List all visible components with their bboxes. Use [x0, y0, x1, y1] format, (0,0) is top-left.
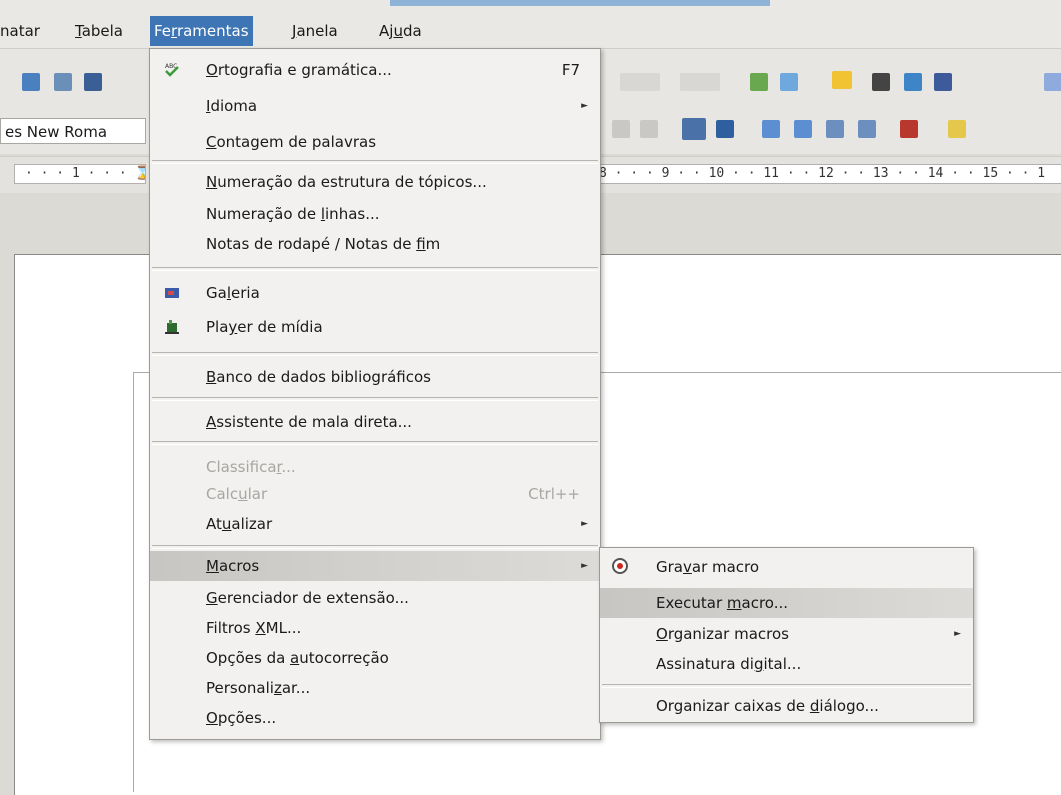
menu-item-idioma[interactable]: Idioma ► [150, 93, 600, 119]
menu-separator [152, 160, 598, 164]
menu-separator [152, 397, 598, 401]
ltr-icon[interactable] [682, 118, 706, 140]
text-boundary [598, 372, 1061, 373]
submenu-item-organizar-dialogos[interactable]: Organizar caixas de diálogo... [600, 691, 973, 721]
shortcut-ctrl-plus: Ctrl++ [528, 485, 580, 503]
save-as-icon[interactable] [54, 73, 72, 91]
menu-tabela[interactable]: Tabela [75, 18, 123, 44]
navigator-icon[interactable] [904, 73, 922, 91]
menu-formatar[interactable]: natar [0, 18, 40, 44]
menu-item-gerenciador-extensao[interactable]: Gerenciador de extensão... [150, 583, 600, 613]
bullets-icon[interactable] [794, 120, 812, 138]
numbering-icon[interactable] [762, 120, 780, 138]
menu-item-player[interactable]: Player de mídia [150, 312, 600, 342]
media-player-icon [165, 320, 179, 334]
menu-item-personalizar[interactable]: Personalizar... [150, 673, 600, 703]
menu-item-numeracao-topicos[interactable]: Numeração da estrutura de tópicos... [150, 167, 600, 197]
menu-separator [152, 545, 598, 549]
find-icon[interactable] [872, 73, 890, 91]
menu-item-notas-rodape[interactable]: Notas de rodapé / Notas de fim [150, 229, 600, 259]
menu-janela[interactable]: Janela [292, 18, 338, 44]
rtl-icon[interactable] [716, 120, 734, 138]
submenu-item-executar-macro[interactable]: Executar macro... [600, 588, 973, 618]
record-icon [612, 558, 628, 574]
menu-item-numeracao-linhas[interactable]: Numeração de linhas... [150, 199, 600, 229]
ruler-right[interactable]: 8 · · · 9 · · 10 · · 11 · · 12 · · 13 · … [598, 164, 1061, 184]
undo-icon[interactable] [620, 73, 660, 91]
decrease-indent-icon[interactable] [858, 120, 876, 138]
menu-item-banco-dados[interactable]: Banco de dados bibliográficos [150, 362, 600, 392]
data-sources-icon[interactable] [1044, 73, 1061, 91]
menu-item-contagem[interactable]: Contagem de palavras [150, 127, 600, 157]
submenu-item-gravar-macro[interactable]: Gravar macro [600, 552, 973, 582]
increase-indent-icon[interactable] [826, 120, 844, 138]
ruler-left[interactable]: · · · 1 · · · ⌛ [14, 164, 146, 184]
table-icon[interactable] [780, 73, 798, 91]
menu-item-atualizar[interactable]: Atualizar ► [150, 509, 600, 539]
spellcheck-icon: ABC [165, 63, 179, 77]
menu-item-opcoes[interactable]: Opções... [150, 703, 600, 733]
macros-submenu: Gravar macro Executar macro... Organizar… [599, 547, 974, 723]
menu-item-calcular[interactable]: Calcular Ctrl++ [150, 479, 600, 509]
export-icon[interactable] [84, 73, 102, 91]
hyperlink-icon[interactable] [750, 73, 768, 91]
submenu-arrow-icon: ► [581, 561, 588, 571]
menu-bar: natar Tabela Ferramentas Janela Ajuda [0, 0, 1061, 48]
align-right-icon[interactable] [640, 120, 658, 138]
draw-functions-icon[interactable] [832, 71, 852, 89]
submenu-arrow-icon: ► [954, 629, 961, 639]
text-boundary [133, 372, 134, 792]
submenu-arrow-icon: ► [581, 101, 588, 111]
menu-ferramentas[interactable]: Ferramentas [150, 16, 253, 46]
submenu-item-assinatura-digital[interactable]: Assinatura digital... [600, 649, 973, 679]
redo-icon[interactable] [680, 73, 720, 91]
menu-separator [152, 352, 598, 356]
menu-item-galeria[interactable]: Galeria [150, 278, 600, 308]
submenu-item-organizar-macros[interactable]: Organizar macros ► [600, 619, 973, 649]
ferramentas-menu: ABC Ortografia e gramática... F7 Idioma … [149, 48, 601, 740]
menu-separator [152, 267, 598, 271]
menu-item-autocorrecao[interactable]: Opções da autocorreção [150, 643, 600, 673]
font-color-icon[interactable] [900, 120, 918, 138]
window-title-highlight [390, 0, 770, 6]
save-icon[interactable] [22, 73, 40, 91]
gallery-icon [165, 288, 179, 298]
menu-item-classificar[interactable]: Classificar... [150, 452, 600, 482]
menu-ajuda[interactable]: Ajuda [379, 18, 422, 44]
menu-item-assistente-mala[interactable]: Assistente de mala direta... [150, 407, 600, 437]
submenu-arrow-icon: ► [581, 519, 588, 529]
menu-item-filtros-xml[interactable]: Filtros XML... [150, 613, 600, 643]
gallery-icon[interactable] [934, 73, 952, 91]
menu-item-macros[interactable]: Macros ► [150, 551, 600, 581]
menu-separator [602, 684, 971, 688]
highlighting-icon[interactable] [948, 120, 966, 138]
shortcut-f7: F7 [561, 61, 580, 79]
menu-separator [152, 441, 598, 445]
menu-item-ortografia[interactable]: ABC Ortografia e gramática... F7 [150, 55, 600, 85]
font-name-box[interactable]: es New Roma [0, 118, 146, 144]
align-justify-icon[interactable] [612, 120, 630, 138]
